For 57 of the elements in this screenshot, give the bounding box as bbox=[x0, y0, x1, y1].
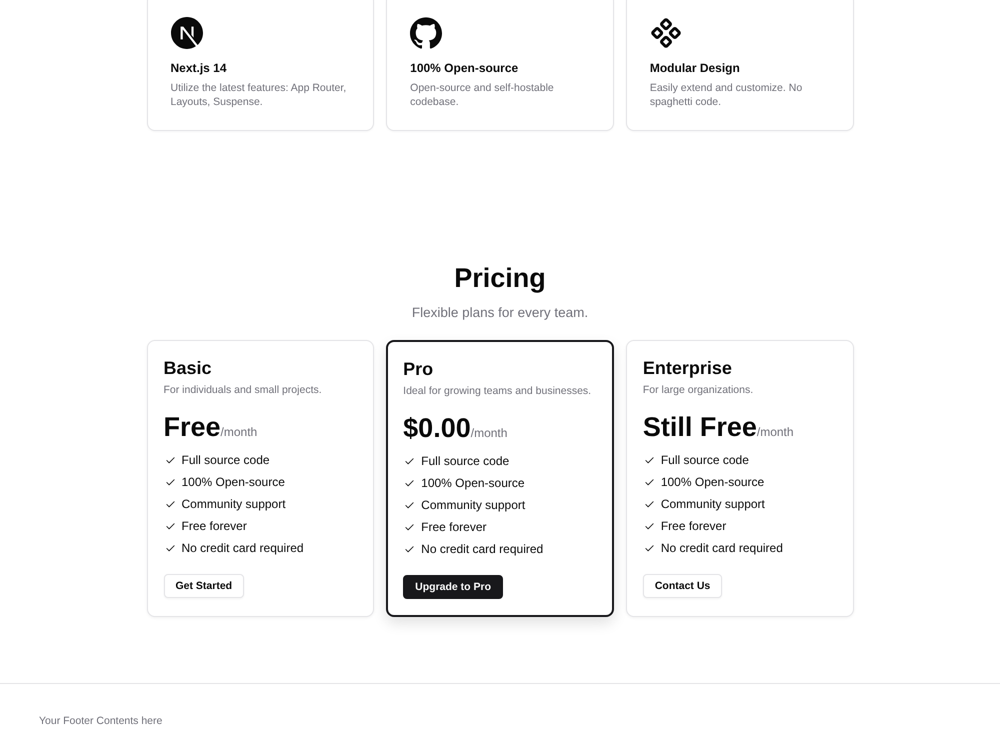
check-icon bbox=[164, 520, 176, 532]
price-period: /month bbox=[220, 425, 258, 439]
plan-price: Free bbox=[164, 411, 221, 443]
plan-feature: Community support bbox=[182, 496, 286, 512]
plan-name: Enterprise bbox=[642, 357, 732, 379]
check-icon bbox=[644, 498, 655, 510]
plan-feature: Free forever bbox=[421, 519, 487, 535]
feature-description: Open-source and self-hostable codebase. bbox=[410, 81, 555, 109]
check-icon bbox=[164, 476, 176, 488]
cat-silhouette-logo-icon bbox=[410, 17, 442, 49]
price-period: /month bbox=[470, 426, 508, 440]
check-icon bbox=[164, 498, 176, 510]
check-icon bbox=[644, 520, 655, 532]
plan-feature: No credit card required bbox=[182, 540, 304, 556]
plan-button[interactable]: Upgrade to Pro bbox=[403, 575, 503, 599]
check-icon bbox=[404, 522, 416, 532]
plan-name: Basic bbox=[164, 357, 212, 379]
check-icon bbox=[404, 500, 416, 510]
check-icon bbox=[404, 544, 416, 554]
plan-price: Still Free bbox=[642, 411, 757, 443]
check-icon bbox=[164, 454, 176, 466]
plan-description: For large organizations. bbox=[642, 383, 754, 397]
plan-feature: 100% Open-source bbox=[182, 474, 285, 490]
plan-price: $0.00 bbox=[403, 412, 471, 444]
check-icon bbox=[644, 476, 655, 488]
plan-description: For individuals and small projects. bbox=[164, 383, 322, 397]
feature-description: Easily extend and customize. No spaghetti code. bbox=[650, 81, 804, 109]
plan-name: Pro bbox=[403, 358, 434, 380]
plan-feature: No credit card required bbox=[421, 541, 544, 557]
pricing-title: Pricing bbox=[454, 262, 546, 295]
plan-feature: Community support bbox=[660, 496, 765, 512]
circle-n-logo-icon bbox=[170, 17, 202, 49]
plan-button[interactable]: Contact Us bbox=[642, 574, 722, 598]
plan-feature: Full source code bbox=[660, 452, 749, 468]
diamonds-icon bbox=[650, 17, 682, 49]
plan-description: Ideal for growing teams and businesses. bbox=[403, 384, 592, 398]
plan-feature: Free forever bbox=[660, 518, 726, 534]
pricing-subtitle: Flexible plans for every team. bbox=[412, 304, 588, 322]
check-icon bbox=[164, 542, 176, 554]
check-icon bbox=[644, 542, 655, 554]
plan-feature: No credit card required bbox=[660, 540, 783, 556]
plan-feature: Full source code bbox=[182, 452, 270, 468]
footer-text: Your Footer Contents here bbox=[39, 715, 162, 727]
feature-description: Utilize the latest features: App Router, Layouts, Suspense. bbox=[170, 81, 348, 109]
feature-title: Next.js 14 bbox=[170, 61, 227, 75]
plan-button[interactable]: Get Started bbox=[164, 574, 244, 598]
price-period: /month bbox=[756, 425, 794, 439]
plan-feature: 100% Open-source bbox=[660, 474, 764, 490]
check-icon bbox=[404, 478, 416, 488]
feature-title: Modular Design bbox=[650, 61, 740, 75]
plan-feature: 100% Open-source bbox=[421, 475, 525, 491]
plan-feature: Community support bbox=[421, 497, 526, 513]
check-icon bbox=[644, 454, 655, 466]
feature-title: 100% Open-source bbox=[410, 61, 518, 75]
check-icon bbox=[404, 456, 416, 466]
plan-feature: Free forever bbox=[182, 518, 247, 534]
plan-feature: Full source code bbox=[421, 453, 510, 469]
